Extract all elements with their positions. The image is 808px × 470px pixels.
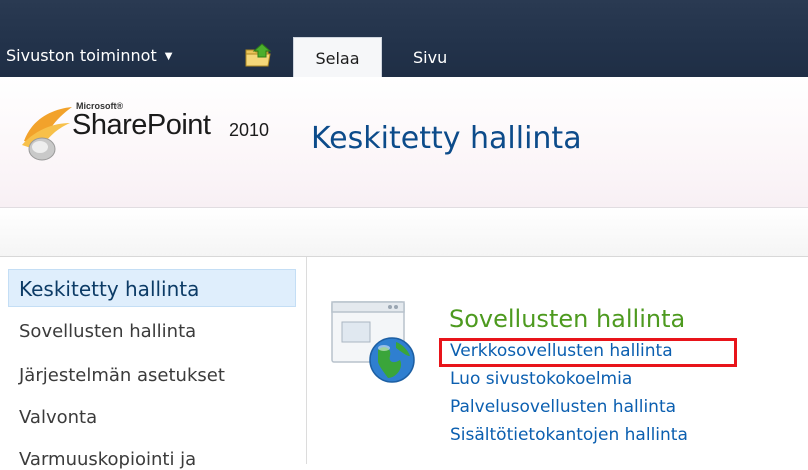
tab-browse[interactable]: Selaa [293, 37, 382, 77]
ribbon-bar: Sivuston toiminnot ▼ Selaa Sivu [0, 0, 808, 77]
logo-version-text: 2010 [229, 120, 270, 140]
chevron-down-icon: ▼ [164, 51, 173, 62]
navigate-up-folder-icon[interactable] [244, 42, 274, 68]
toolbar-band [0, 208, 808, 256]
tab-page[interactable]: Sivu [413, 37, 447, 77]
sharepoint-logo-icon [22, 107, 72, 161]
sharepoint-logo[interactable]: Microsoft® SharePoint 2010 [18, 99, 298, 169]
link-manage-web-applications[interactable]: Verkkosovellusten hallinta [450, 341, 673, 361]
quick-launch-item-application-management[interactable]: Sovellusten hallinta [19, 321, 196, 342]
quick-launch-item-system-settings[interactable]: Järjestelmän asetukset [19, 365, 225, 386]
section-title-application-management[interactable]: Sovellusten hallinta [449, 305, 685, 333]
site-actions-label: Sivuston toiminnot [6, 46, 157, 65]
link-manage-service-applications[interactable]: Palvelusovellusten hallinta [450, 397, 676, 417]
link-manage-content-databases[interactable]: Sisältötietokantojen hallinta [450, 425, 688, 445]
title-area: Microsoft® SharePoint 2010 Keskitetty ha… [0, 77, 808, 207]
link-create-site-collections[interactable]: Luo sivustokokoelmia [450, 369, 632, 389]
quick-launch-item-central-admin[interactable]: Keskitetty hallinta [19, 277, 199, 301]
logo-product-text: SharePoint [72, 109, 211, 141]
site-title[interactable]: Keskitetty hallinta [311, 121, 582, 156]
site-actions-menu[interactable]: Sivuston toiminnot ▼ [6, 44, 172, 68]
application-management-icon [331, 301, 415, 383]
quick-launch-item-backup-restore[interactable]: Varmuuskopiointi ja [19, 449, 196, 470]
quick-launch-item-monitoring[interactable]: Valvonta [19, 407, 97, 428]
quick-launch: Keskitetty hallinta Sovellusten hallinta… [0, 257, 307, 470]
